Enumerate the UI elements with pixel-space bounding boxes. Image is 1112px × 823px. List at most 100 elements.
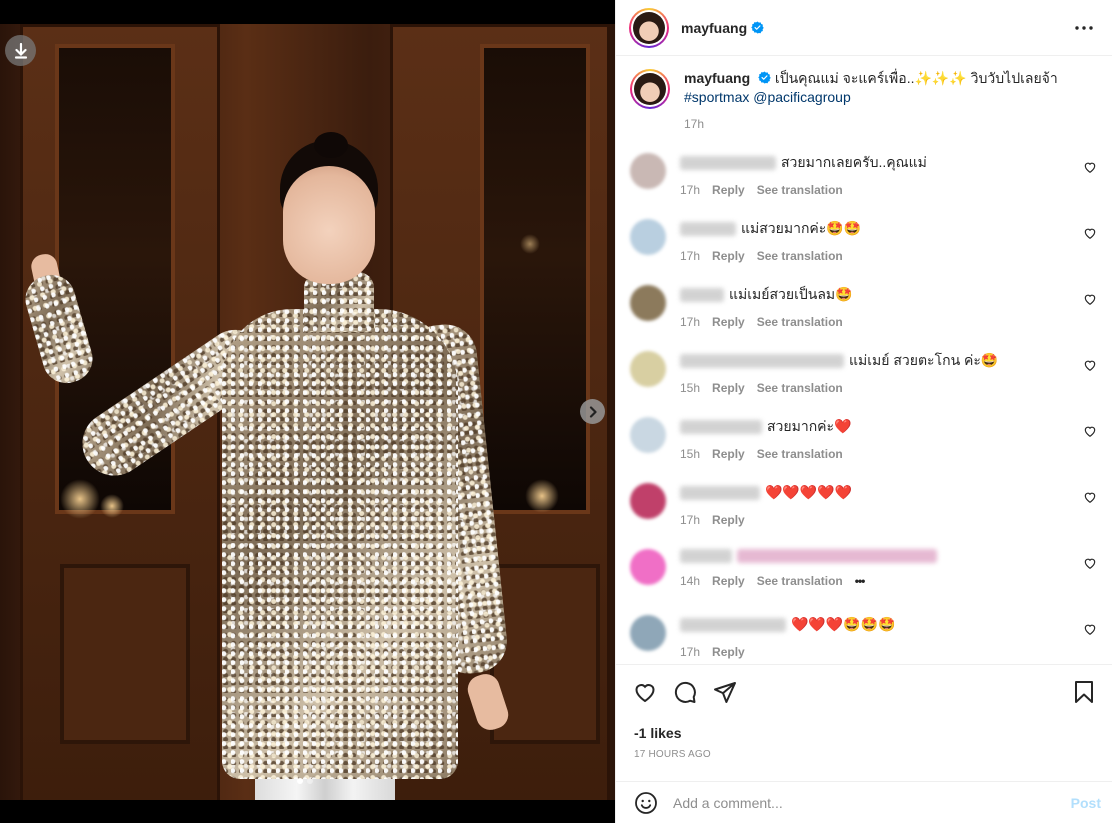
- see-translation-button[interactable]: See translation: [757, 247, 843, 266]
- avatar-image: [634, 73, 666, 105]
- commenter-username-redacted[interactable]: [680, 287, 724, 302]
- sequin-dress: [222, 309, 458, 779]
- commenter-username-redacted[interactable]: [680, 155, 776, 170]
- heart-icon[interactable]: [1083, 490, 1097, 504]
- comment-item: แม่สวยมากค่ะ🤩🤩 17h Reply See translation: [630, 219, 1097, 285]
- heart-icon[interactable]: [1083, 160, 1097, 174]
- heart-icon[interactable]: [1083, 226, 1097, 240]
- caption-text: เป็นคุณแม่ จะแคร์เพื่อ..✨✨✨ วิบวับไปเลยจ…: [774, 70, 1058, 86]
- commenter-username-redacted[interactable]: [680, 221, 736, 236]
- comment-input[interactable]: [673, 794, 1071, 811]
- add-comment-bar: Post: [616, 781, 1112, 823]
- comment-timestamp[interactable]: 15h: [680, 379, 700, 398]
- author-avatar[interactable]: [629, 7, 669, 48]
- caption-tags[interactable]: #sportmax @pacificagroup: [684, 88, 1064, 107]
- comments-list[interactable]: mayfuang เป็นคุณแม่ จะแคร์เพื่อ..✨✨✨ วิบ…: [616, 57, 1112, 664]
- commenter-avatar[interactable]: [630, 483, 666, 519]
- reply-button[interactable]: Reply: [712, 445, 745, 464]
- comment-timestamp[interactable]: 17h: [680, 313, 700, 332]
- commenter-avatar[interactable]: [630, 615, 666, 651]
- author-avatar[interactable]: [630, 69, 670, 109]
- comment-text: แม่เมย์ สวยตะโกน ค่ะ🤩: [849, 352, 999, 368]
- comment-timestamp[interactable]: 17h: [680, 247, 700, 266]
- comment-text: แม่สวยมากค่ะ🤩🤩: [741, 220, 862, 236]
- model-arm-left-upper: [19, 269, 99, 389]
- comment-timestamp[interactable]: 17h: [680, 181, 700, 200]
- carousel-dots: [297, 778, 313, 784]
- chevron-right-icon[interactable]: [580, 399, 605, 424]
- reply-button[interactable]: Reply: [712, 511, 745, 530]
- heart-icon[interactable]: [632, 679, 658, 705]
- comment-options-icon[interactable]: •••: [855, 572, 866, 591]
- send-icon[interactable]: [712, 679, 738, 705]
- comment-item: ❤️❤️❤️❤️❤️ 17h Reply: [630, 483, 1097, 549]
- commenter-avatar[interactable]: [630, 219, 666, 255]
- comment-icon[interactable]: [672, 679, 698, 705]
- bookmark-icon[interactable]: [1071, 679, 1097, 705]
- comment-text: สวยมากค่ะ❤️: [767, 418, 852, 434]
- heart-icon[interactable]: [1083, 358, 1097, 372]
- comment-text: ❤️❤️❤️❤️❤️: [765, 484, 853, 500]
- comment-timestamp[interactable]: 14h: [680, 572, 700, 591]
- see-translation-button[interactable]: See translation: [757, 379, 843, 398]
- comment-timestamp[interactable]: 17h: [680, 643, 700, 662]
- reply-button[interactable]: Reply: [712, 643, 745, 662]
- commenter-avatar[interactable]: [630, 285, 666, 321]
- post-photo[interactable]: [0, 24, 615, 800]
- more-horizontal-icon[interactable]: [1072, 16, 1096, 40]
- commenter-avatar[interactable]: [630, 153, 666, 189]
- post-comment-button[interactable]: Post: [1071, 795, 1101, 811]
- model-figure: [0, 24, 615, 800]
- comment-text: แม่เมย์สวยเป็นลม🤩: [729, 286, 853, 302]
- model-hand-right: [464, 670, 512, 734]
- comment-timestamp[interactable]: 15h: [680, 445, 700, 464]
- see-translation-button[interactable]: See translation: [757, 445, 843, 464]
- comment-text-redacted: [737, 549, 937, 563]
- commenter-username-redacted[interactable]: [680, 353, 844, 368]
- commenter-avatar[interactable]: [630, 351, 666, 387]
- likes-count[interactable]: -1 likes: [632, 725, 1097, 741]
- commenter-username-redacted[interactable]: [680, 617, 786, 632]
- post-sidebar: mayfuang mayfuang เป็นคุณแม่ จะแคร์เพื่อ…: [615, 0, 1112, 823]
- verified-badge-icon: [758, 71, 771, 84]
- reply-button[interactable]: Reply: [712, 313, 745, 332]
- comment-timestamp[interactable]: 17h: [680, 511, 700, 530]
- caption-username[interactable]: mayfuang: [684, 70, 750, 86]
- author-username[interactable]: mayfuang: [681, 20, 747, 36]
- see-translation-button[interactable]: See translation: [757, 181, 843, 200]
- reply-button[interactable]: Reply: [712, 572, 745, 591]
- avatar-image: [633, 11, 665, 44]
- reply-button[interactable]: Reply: [712, 247, 745, 266]
- reply-button[interactable]: Reply: [712, 181, 745, 200]
- model-face: [283, 166, 375, 284]
- commenter-avatar[interactable]: [630, 549, 666, 585]
- download-icon[interactable]: [5, 35, 36, 66]
- carousel-dot: [307, 778, 313, 784]
- post-media: [0, 0, 615, 823]
- commenter-username-redacted[interactable]: [680, 419, 762, 434]
- heart-icon[interactable]: [1083, 556, 1097, 570]
- see-translation-button[interactable]: See translation: [757, 313, 843, 332]
- carousel-dot-active: [297, 778, 303, 784]
- heart-icon[interactable]: [1083, 292, 1097, 306]
- heart-icon[interactable]: [1083, 622, 1097, 636]
- comment-item: แม่เมย์สวยเป็นลม🤩 17h Reply See translatio…: [630, 285, 1097, 351]
- commenter-avatar[interactable]: [630, 417, 666, 453]
- comment-text: ❤️❤️❤️🤩🤩🤩: [791, 616, 896, 632]
- comment-item: สวยมากเลยครับ..คุณแม่ 17h Reply See transl…: [630, 153, 1097, 219]
- emoji-icon[interactable]: [634, 791, 658, 815]
- reply-button[interactable]: Reply: [712, 379, 745, 398]
- model-hair-bun: [314, 132, 348, 158]
- comment-text: สวยมากเลยครับ..คุณแม่: [781, 154, 927, 170]
- heart-icon[interactable]: [1083, 424, 1097, 438]
- comment-item: ❤️❤️❤️🤩🤩🤩 17h Reply: [630, 615, 1097, 664]
- commenter-username-redacted[interactable]: [680, 549, 732, 563]
- see-translation-button[interactable]: See translation: [757, 572, 843, 591]
- comment-item: สวยมากค่ะ❤️ 15h Reply See translation: [630, 417, 1097, 483]
- comment-item: 14h Reply See translation •••: [630, 549, 1097, 615]
- caption-timestamp[interactable]: 17h: [684, 115, 704, 134]
- verified-badge-icon: [751, 21, 764, 34]
- commenter-username-redacted[interactable]: [680, 485, 760, 500]
- post-caption: mayfuang เป็นคุณแม่ จะแคร์เพื่อ..✨✨✨ วิบ…: [630, 57, 1097, 153]
- post-date[interactable]: 17 HOURS AGO: [632, 749, 1097, 760]
